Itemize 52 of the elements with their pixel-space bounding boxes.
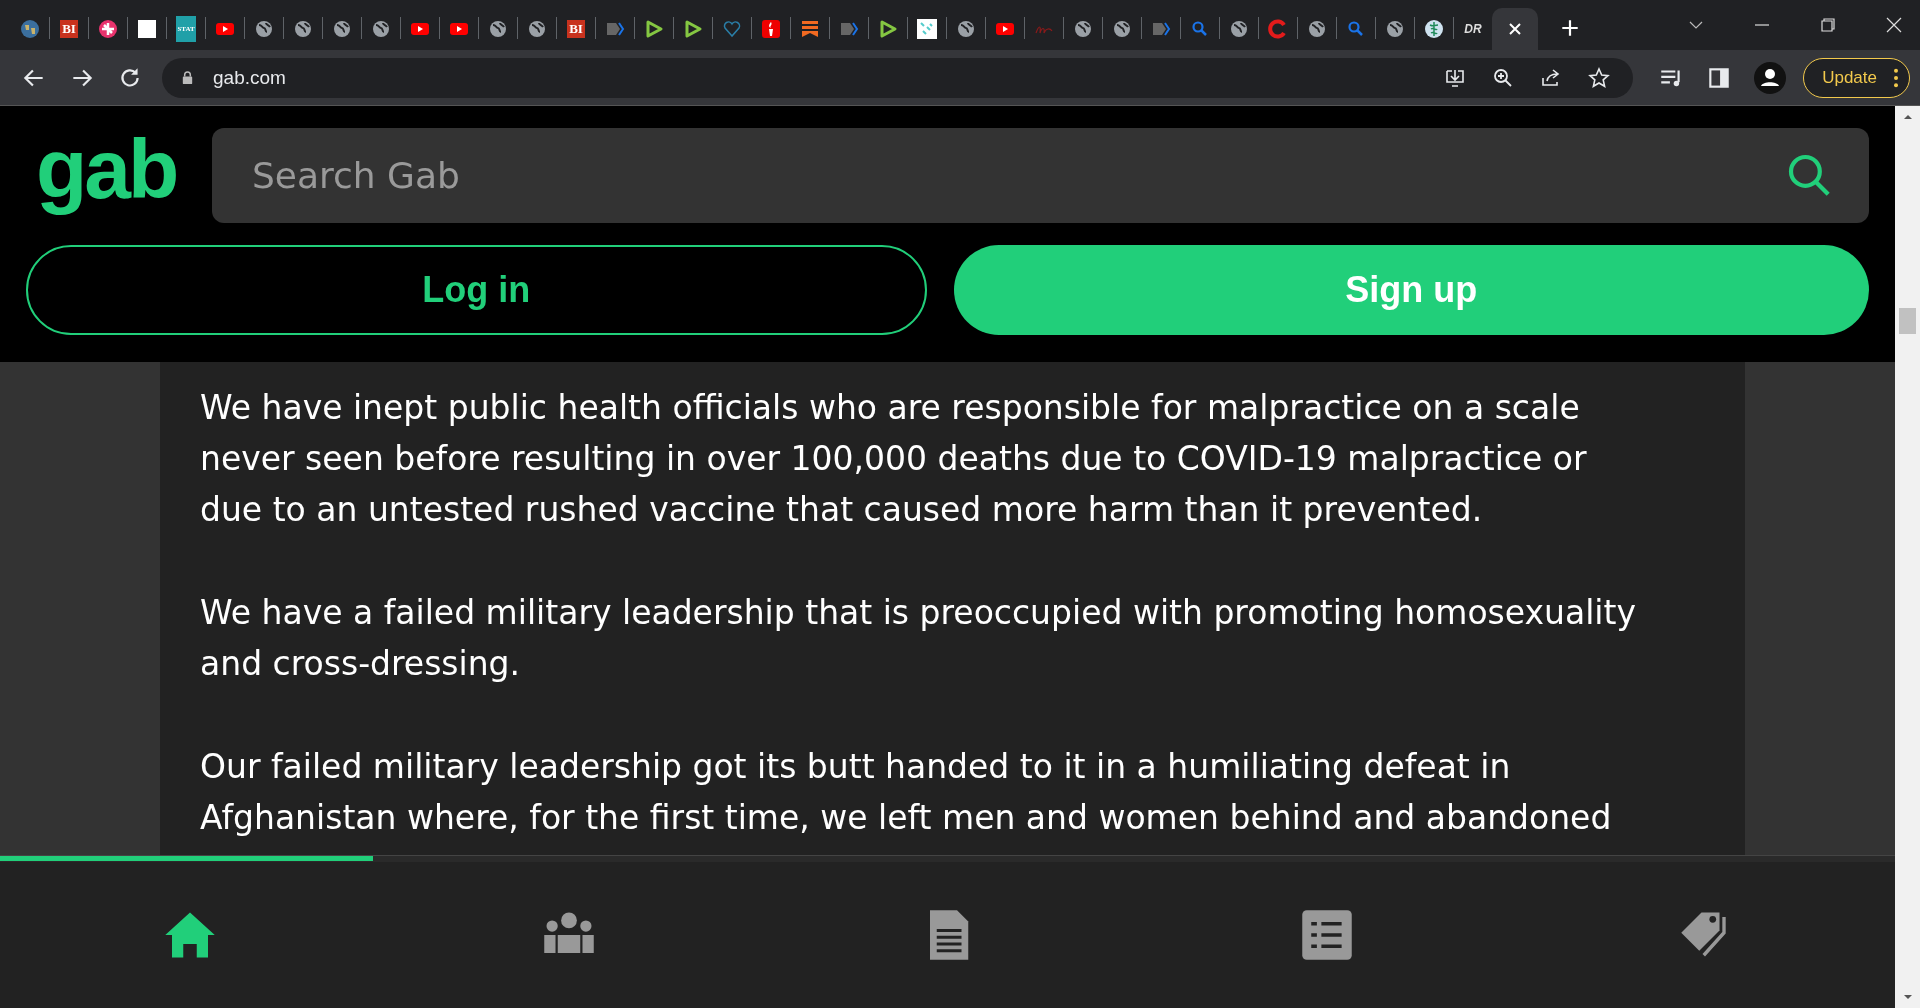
heart-icon <box>722 19 742 39</box>
ring-icon <box>1268 19 1288 39</box>
browser-tab[interactable] <box>1492 8 1538 50</box>
list-icon[interactable] <box>1299 908 1354 962</box>
site-logo[interactable]: gab <box>36 126 176 225</box>
more-icon <box>1893 67 1899 88</box>
scroll-up-icon[interactable] <box>1902 112 1913 122</box>
post-paragraph: Our failed military leadership got its butt handed to it in a humiliating defeat in Afghanistan where, for the first time, we left men and women behind and abandoned <box>200 746 1613 839</box>
globe-icon <box>1112 19 1132 39</box>
browser-tab[interactable]: BI <box>51 8 87 50</box>
site-logo: DR <box>1463 21 1483 38</box>
url-text: gab.com <box>213 66 286 89</box>
address-bar[interactable]: gab.com <box>162 57 1634 98</box>
globe-icon <box>956 19 976 39</box>
new-tab-icon[interactable] <box>1559 17 1581 39</box>
post-paragraph: We have a failed military leadership that is preoccupied with promoting homosexuality and cross-dressing. <box>200 592 1637 685</box>
close-icon[interactable] <box>1884 15 1904 35</box>
globe-icon <box>1229 19 1249 39</box>
torch-icon <box>761 19 781 39</box>
browser-tab[interactable]: DR <box>1455 8 1491 50</box>
globe-icon <box>1307 19 1327 39</box>
lock-icon <box>180 70 195 85</box>
play-icon <box>878 19 898 39</box>
bookmark-bars-icon <box>800 19 820 39</box>
site-logo: BI <box>567 20 585 38</box>
globe-icon <box>332 19 352 39</box>
scroll-down-icon[interactable] <box>1902 992 1913 1002</box>
browser-tab[interactable]: BI <box>558 8 594 50</box>
profile-avatar-icon[interactable] <box>1754 61 1787 94</box>
post-paragraph: We have inept public health officials who are responsible for malpractice on a scale never seen before resulting in over 100,000 deaths due to COVID-19 malpractice or due to an untested rushed vaccine that caused more harm than it prevented. <box>200 387 1588 531</box>
grid-icon <box>917 19 937 39</box>
login-button[interactable]: Log in <box>26 245 927 335</box>
restore-icon[interactable] <box>1818 15 1838 35</box>
globe-icon <box>1073 19 1093 39</box>
earth-icon <box>20 19 40 39</box>
globe-icon <box>293 19 313 39</box>
globe-icon <box>488 19 508 39</box>
caduceus-icon <box>1424 19 1444 39</box>
globe-icon <box>371 19 391 39</box>
scrollbar-thumb[interactable] <box>1899 308 1916 334</box>
globe-icon <box>527 19 547 39</box>
play-icon <box>644 19 664 39</box>
update-button[interactable]: Update <box>1803 57 1910 98</box>
pinwheel-icon <box>98 19 118 39</box>
globe-icon <box>254 19 274 39</box>
globe-icon <box>1385 19 1405 39</box>
play-icon <box>683 19 703 39</box>
blank-square-icon <box>137 19 157 39</box>
site-logo: BI <box>60 20 78 38</box>
scrollbar[interactable] <box>1895 106 1920 1008</box>
search-field[interactable]: Search Gab <box>212 128 1869 223</box>
star-icon[interactable] <box>1587 65 1612 90</box>
